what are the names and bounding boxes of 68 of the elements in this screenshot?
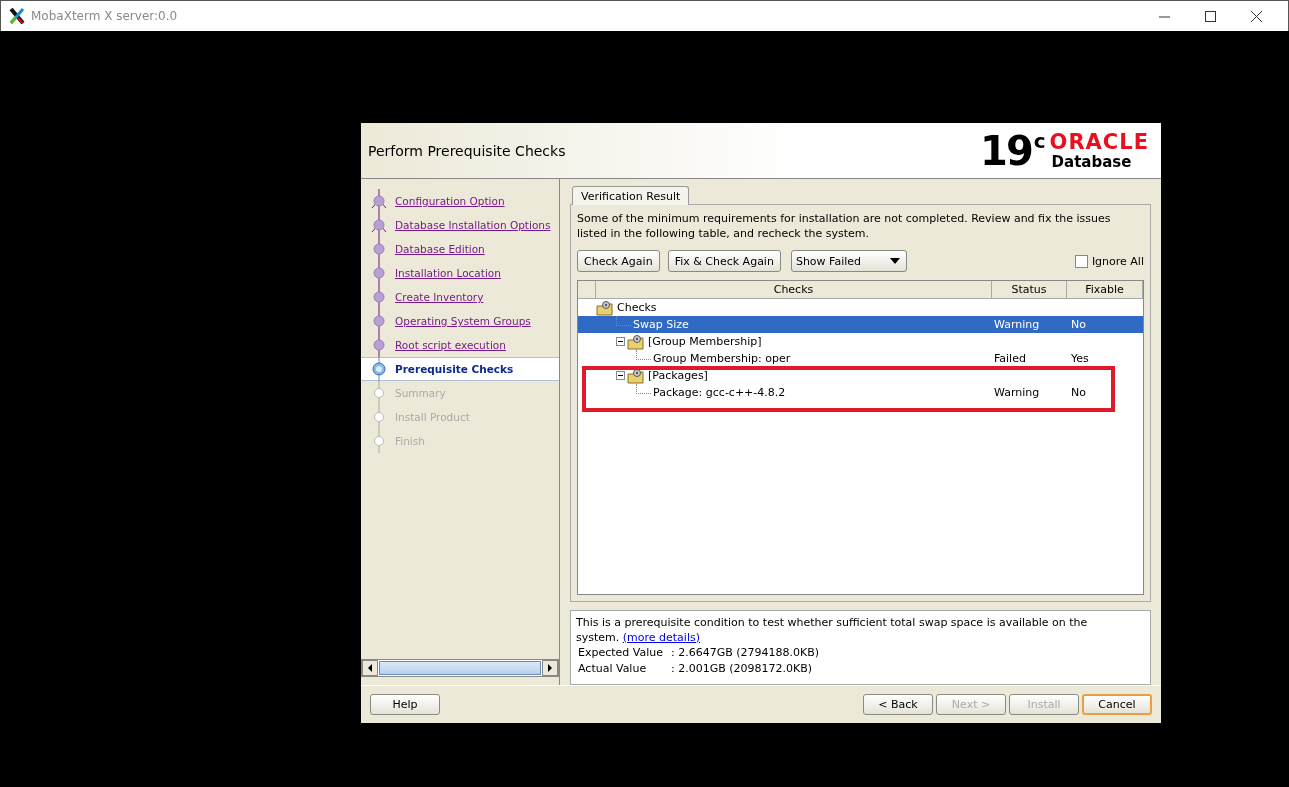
dropdown-arrow-icon (889, 258, 900, 264)
scroll-thumb[interactable] (379, 661, 541, 675)
check-button[interactable]: Fix & Check Again (667, 250, 781, 272)
collapse-icon[interactable] (616, 371, 625, 380)
scroll-right-button[interactable] (542, 660, 558, 676)
column-header[interactable]: Fixable (1067, 281, 1143, 298)
step-link[interactable]: Database Installation Options (395, 219, 551, 231)
tree-folder-row[interactable]: Checks (578, 299, 1143, 316)
fixable-text: No (1071, 318, 1086, 331)
version-logo: 19$^{c}$ (980, 130, 1044, 171)
scroll-left-button[interactable] (362, 660, 378, 676)
tree-folder-row[interactable]: [Packages] (578, 367, 1143, 384)
folder-label: Checks (617, 301, 657, 314)
status-text: Failed (994, 352, 1026, 365)
detail-value: : 2.6647GB (2794188.0KB) (671, 644, 820, 661)
check-row[interactable]: Package: gcc-c++-4.8.2 Warning No (578, 384, 1143, 401)
right-arrow-icon (547, 664, 553, 672)
check-button[interactable]: Check Again (577, 250, 660, 272)
status-text: Warning (994, 386, 1040, 399)
check-row[interactable]: Group Membership: oper Failed Yes (578, 350, 1143, 367)
check-name: Group Membership: oper (653, 352, 791, 365)
checkbox-label: Ignore All (1091, 254, 1144, 268)
step-label: Finish (395, 435, 425, 447)
step-link[interactable]: Create Inventory (395, 291, 484, 303)
folder-gear-icon (627, 367, 645, 384)
folder-label: [Group Membership] (648, 335, 762, 348)
fixable-text: No (1071, 386, 1086, 399)
filter-dropdown[interactable]: Show Failed (790, 250, 907, 272)
step-label: Install Product (395, 411, 470, 423)
step-link[interactable]: Operating System Groups (395, 315, 531, 327)
footer-button[interactable]: Cancel (1082, 694, 1152, 715)
column-header[interactable]: Checks (596, 281, 992, 298)
tab[interactable]: Verification Result (572, 186, 690, 205)
more-details-link[interactable]: (more details) (622, 630, 700, 644)
info-message: Some of the minimum requirements for installation are not completed. Review and fix the issues listed in the following table, and recheck the system. (577, 211, 1112, 241)
step-link[interactable]: Configuration Option (395, 195, 505, 207)
folder-gear-icon (596, 299, 614, 316)
checkbox[interactable] (1074, 254, 1088, 268)
footer-button[interactable]: < Back (863, 694, 933, 715)
step-link[interactable]: Database Edition (395, 243, 485, 255)
horizontal-scrollbar[interactable] (361, 659, 559, 677)
column-header[interactable]: Status (992, 281, 1067, 298)
close-icon[interactable] (1249, 8, 1264, 24)
x-logo-icon (9, 8, 25, 24)
detail-label: Actual Value (578, 660, 648, 677)
brand-logo: ORACLE (1049, 130, 1149, 153)
detail-label: Expected Value (578, 644, 665, 661)
folder-label: [Packages] (648, 369, 708, 382)
step-link[interactable]: Installation Location (395, 267, 501, 279)
folder-gear-icon (627, 333, 645, 350)
step-link[interactable]: Root script execution (395, 339, 506, 351)
left-arrow-icon (367, 664, 373, 672)
detail-value: : 2.001GB (2098172.0KB) (671, 660, 813, 677)
tree-folder-row[interactable]: [Group Membership] (578, 333, 1143, 350)
check-name: Swap Size (633, 318, 689, 331)
window-title: MobaXterm X server:0.0 (31, 9, 179, 23)
dialog-title: Perform Prerequisite Checks (368, 142, 566, 159)
maximize-icon[interactable] (1203, 8, 1218, 24)
footer-button[interactable]: Help (370, 694, 440, 715)
detail-description: This is a prerequisite condition to test whether sufficient total swap space is available on the system. (more details) (576, 614, 1089, 645)
product-name: Database (1051, 152, 1133, 171)
fixable-text: Yes (1071, 352, 1089, 365)
collapse-icon[interactable] (616, 337, 625, 346)
status-text: Warning (994, 318, 1040, 331)
step-label: Summary (395, 387, 446, 399)
check-row[interactable]: Swap Size Warning No (578, 316, 1143, 333)
step-label: Prerequisite Checks (395, 363, 514, 375)
check-name: Package: gcc-c++-4.8.2 (653, 386, 786, 399)
